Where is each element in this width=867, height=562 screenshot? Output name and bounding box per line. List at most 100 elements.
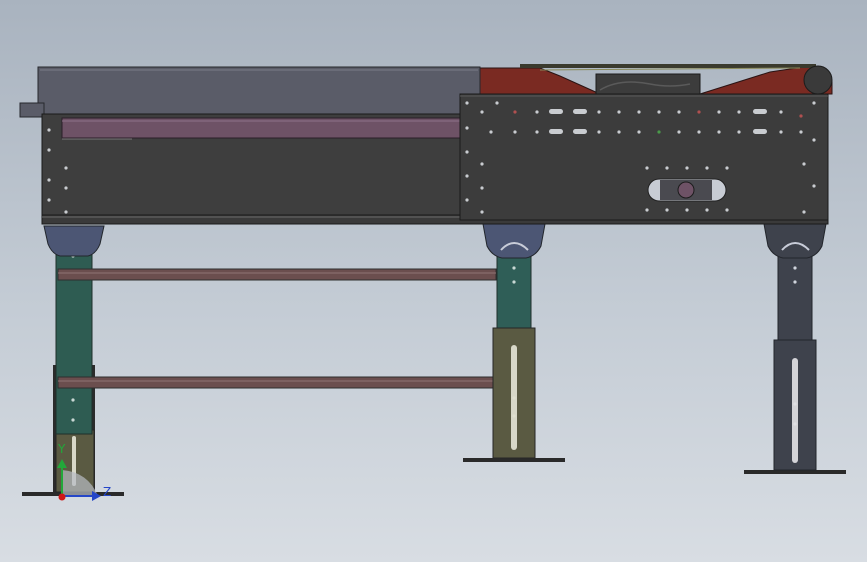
middle-leg-post xyxy=(496,249,532,335)
frame-hole xyxy=(47,178,51,182)
frame-hole xyxy=(812,138,816,142)
frame-hole xyxy=(513,130,517,134)
drive-belt-top xyxy=(520,64,816,68)
frame-hole xyxy=(489,130,493,134)
frame-hole xyxy=(465,101,469,105)
frame-hole xyxy=(645,208,649,212)
frame-hole xyxy=(697,110,701,114)
frame-hole xyxy=(637,110,641,114)
frame-hole xyxy=(597,110,601,114)
frame-hole xyxy=(47,198,51,202)
frame-hole xyxy=(480,162,484,166)
frame-hole xyxy=(677,130,681,134)
frame-slot xyxy=(753,129,767,134)
cad-viewport[interactable]: Y Z xyxy=(0,0,867,562)
middle-leg-bolt xyxy=(512,414,516,418)
left-leg-post xyxy=(55,227,93,435)
frame-hole xyxy=(802,162,806,166)
middle-leg-bolt xyxy=(512,266,516,270)
frame-slot xyxy=(573,129,587,134)
frame-hole xyxy=(705,208,709,212)
right-leg-mount-bracket xyxy=(763,223,827,259)
left-leg[interactable] xyxy=(22,225,124,496)
frame-slot xyxy=(549,129,563,134)
conveyor-assembly-drawing[interactable] xyxy=(0,0,867,562)
triad-z-label: Z xyxy=(103,485,112,499)
frame-hole xyxy=(535,110,539,114)
left-leg-bolt xyxy=(71,418,75,422)
right-leg-bolt xyxy=(793,402,797,406)
middle-leg-base-plate xyxy=(463,458,565,462)
frame-hole xyxy=(657,130,661,134)
frame-slot xyxy=(549,109,563,114)
triad-y-label: Y xyxy=(58,442,66,456)
frame-hole xyxy=(657,110,661,114)
frame-hole xyxy=(617,130,621,134)
frame-hole xyxy=(495,101,499,105)
frame-hole xyxy=(802,210,806,214)
frame-hole xyxy=(64,186,68,190)
frame-hole xyxy=(737,130,741,134)
frame-hole xyxy=(697,130,701,134)
frame-hole xyxy=(665,208,669,212)
right-leg[interactable] xyxy=(744,223,846,474)
frame-hole xyxy=(799,114,803,118)
middle-leg-bolt xyxy=(512,280,516,284)
top-cover xyxy=(37,66,481,118)
frame-hole xyxy=(465,174,469,178)
frame-hole xyxy=(480,210,484,214)
right-leg-post xyxy=(777,249,813,347)
conveyor-body[interactable] xyxy=(19,64,833,225)
frame-hole xyxy=(737,110,741,114)
frame-hole xyxy=(47,148,51,152)
frame-hole xyxy=(779,130,783,134)
frame-hole xyxy=(685,208,689,212)
frame-hole xyxy=(617,110,621,114)
frame-hole xyxy=(725,166,729,170)
right-leg-bolt xyxy=(793,422,797,426)
right-leg-slot xyxy=(792,358,798,463)
drive-guard xyxy=(477,67,601,95)
frame-slot xyxy=(573,109,587,114)
middle-leg-mount-bracket xyxy=(482,223,546,259)
frame-slot xyxy=(753,109,767,114)
frame-hole xyxy=(685,166,689,170)
frame-hole xyxy=(465,150,469,154)
frame-hole xyxy=(480,110,484,114)
triad-origin xyxy=(58,493,66,501)
frame-hole xyxy=(513,110,517,114)
frame-hole xyxy=(465,198,469,202)
frame-hole xyxy=(535,130,539,134)
middle-leg[interactable] xyxy=(463,223,565,462)
frame-hole xyxy=(665,166,669,170)
lower-cross-brace xyxy=(57,376,497,389)
right-leg-bolt xyxy=(793,266,797,270)
upper-cross-brace xyxy=(57,268,497,281)
frame-hole xyxy=(64,210,68,214)
frame-hole xyxy=(779,110,783,114)
frame-hole xyxy=(480,186,484,190)
frame-hole xyxy=(812,101,816,105)
frame-hole xyxy=(677,110,681,114)
frame-hole xyxy=(465,126,469,130)
frame-hole xyxy=(717,130,721,134)
motor-shaft xyxy=(677,181,695,199)
middle-leg-bolt xyxy=(512,396,516,400)
frame-hole xyxy=(637,130,641,134)
frame-hole xyxy=(47,128,51,132)
frame-hole xyxy=(812,184,816,188)
frame-hole xyxy=(705,166,709,170)
frame-hole xyxy=(64,166,68,170)
left-leg-bolt xyxy=(71,398,75,402)
frame-hole xyxy=(717,110,721,114)
drive-belt-line xyxy=(539,67,801,71)
frame-hole xyxy=(645,166,649,170)
drive-pulley xyxy=(803,65,833,95)
left-leg-mount-bracket xyxy=(43,225,105,257)
frame-hole xyxy=(597,130,601,134)
top-cover-lip xyxy=(19,102,45,118)
frame-hole xyxy=(725,208,729,212)
right-leg-base-plate xyxy=(744,470,846,474)
cross-braces[interactable] xyxy=(57,268,497,389)
right-leg-bolt xyxy=(793,280,797,284)
